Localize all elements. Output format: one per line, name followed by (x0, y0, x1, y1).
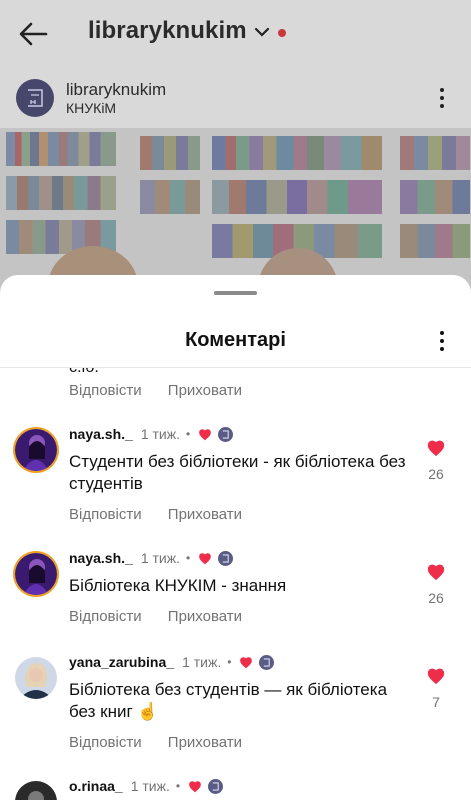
avatar[interactable] (15, 553, 57, 595)
user-photo (15, 429, 57, 471)
comments-sheet: Коментарі є.іб. Відповісти Приховати nay… (0, 275, 471, 800)
meta-separator: • (175, 779, 181, 793)
meta-separator: • (186, 427, 191, 441)
like-count: 26 (428, 466, 444, 482)
back-arrow-icon[interactable] (18, 20, 48, 48)
like-heart-icon[interactable] (425, 439, 447, 462)
avatar[interactable] (15, 657, 57, 699)
post-header: libraryknukim КНУКіМ (0, 72, 471, 128)
hide-button[interactable]: Приховати (168, 734, 242, 751)
comment-time: 1 тиж. (140, 550, 180, 566)
comment-text-partial: є.іб. (69, 368, 99, 377)
hide-button[interactable]: Приховати (168, 506, 242, 523)
reply-button[interactable]: Відповісти (69, 382, 142, 399)
hide-button[interactable]: Приховати (168, 382, 242, 399)
user-photo (15, 781, 57, 800)
hide-button[interactable]: Приховати (168, 608, 242, 625)
reply-button[interactable]: Відповісти (69, 506, 142, 523)
author-avatar-icon (218, 550, 234, 566)
reply-button[interactable]: Відповісти (69, 608, 142, 625)
avatar[interactable] (15, 429, 57, 471)
post-author-avatar[interactable] (16, 79, 54, 117)
like-count: 26 (428, 590, 444, 606)
comment-time: 1 тиж. (130, 778, 170, 794)
chevron-down-icon[interactable] (254, 26, 270, 38)
sheet-drag-handle[interactable] (214, 291, 257, 295)
post-author-name[interactable]: libraryknukim (66, 80, 166, 100)
top-bar: libraryknukim (0, 0, 471, 68)
comment-meta: o.rinaa_ 1 тиж. • (69, 778, 224, 794)
comment-text: Бібліотека без студентів — як бібліотека… (69, 680, 388, 721)
meta-separator: • (186, 551, 191, 565)
author-avatar-icon (208, 778, 224, 794)
comment-time: 1 тиж. (140, 426, 180, 442)
comment-actions: Відповісти Приховати (69, 382, 242, 399)
author-liked-heart-icon (199, 552, 212, 564)
comment-actions: Відповісти Приховати (69, 608, 242, 625)
comment-username[interactable]: naya.sh._ (69, 426, 133, 442)
comment-meta: yana_zarubina_ 1 тиж. • (69, 654, 275, 670)
comment-meta: naya.sh._ 1 тиж. • (69, 550, 234, 566)
comments-list: є.іб. Відповісти Приховати naya.sh._ 1 т… (0, 368, 471, 800)
meta-separator: • (227, 655, 232, 669)
comment-actions: Відповісти Приховати (69, 506, 242, 523)
author-liked-heart-icon (240, 656, 253, 668)
like-count: 7 (432, 694, 440, 710)
post-more-icon[interactable] (438, 88, 446, 110)
comment-time: 1 тиж. (182, 654, 222, 670)
author-avatar-icon (259, 654, 275, 670)
author-liked-heart-icon (199, 428, 212, 440)
post-author-subtitle: КНУКіМ (66, 100, 117, 116)
sheet-more-icon[interactable] (438, 331, 446, 353)
notification-dot (278, 29, 286, 37)
author-avatar-icon (218, 426, 234, 442)
reply-button[interactable]: Відповісти (69, 734, 142, 751)
author-liked-heart-icon (189, 780, 201, 792)
comment-text: Бібліотека КНУКІМ - знання (69, 576, 287, 595)
comment-username[interactable]: o.rinaa_ (69, 778, 123, 794)
library-logo-icon (28, 89, 43, 107)
comment-text: Студенти без бібліотеки - як бібліотека … (69, 452, 406, 493)
user-photo (15, 657, 57, 699)
sheet-title: Коментарі (185, 329, 286, 351)
like-heart-icon[interactable] (425, 563, 447, 586)
comment-username[interactable]: yana_zarubina_ (69, 654, 174, 670)
avatar[interactable] (15, 781, 57, 800)
comment-actions: Відповісти Приховати (69, 734, 242, 751)
user-photo (15, 553, 57, 595)
account-title[interactable]: libraryknukim (88, 17, 247, 45)
comment-meta: naya.sh._ 1 тиж. • (69, 426, 234, 442)
like-heart-icon[interactable] (425, 667, 447, 690)
comment-username[interactable]: naya.sh._ (69, 550, 133, 566)
